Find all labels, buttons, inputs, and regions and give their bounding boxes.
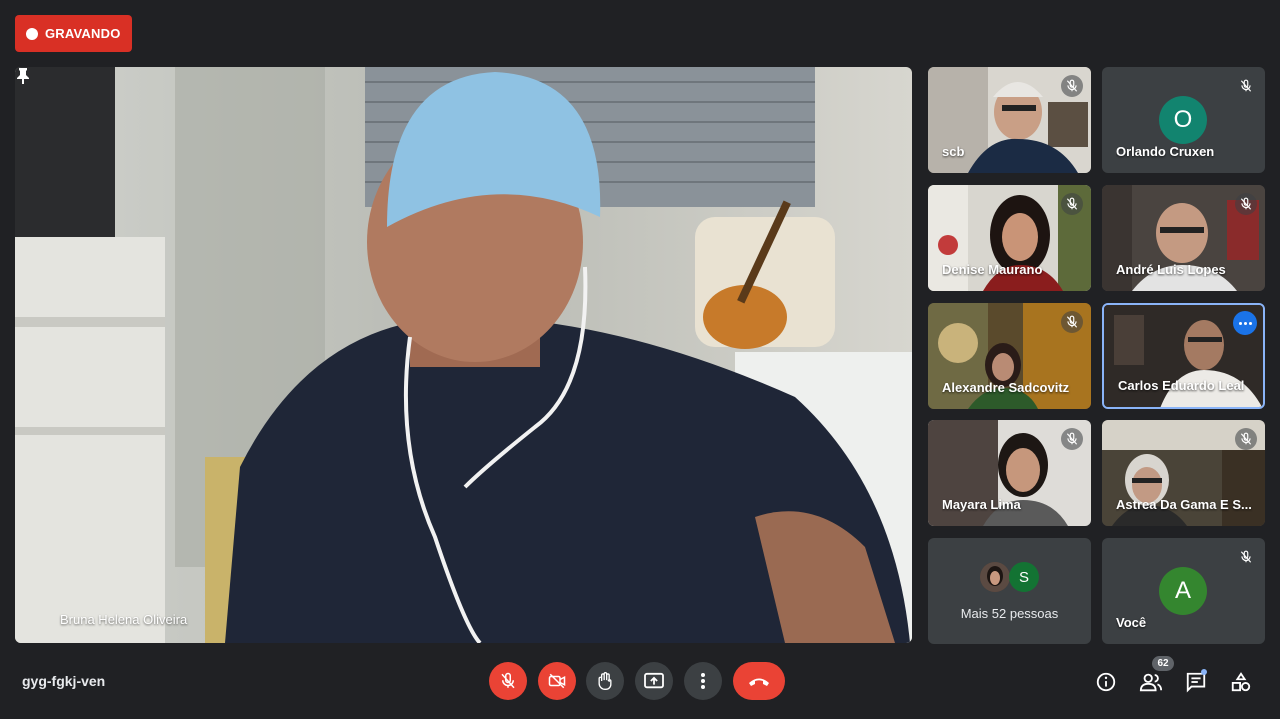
participant-mini-avatar — [980, 562, 1010, 592]
main-video-feed — [15, 67, 912, 643]
participant-tile-active[interactable]: Carlos Eduardo Leal — [1102, 303, 1265, 409]
participant-mini-avatar: S — [1009, 562, 1039, 592]
mic-muted-icon — [1061, 75, 1083, 97]
pinned-participant-name: Bruna Helena Oliveira — [60, 612, 188, 627]
record-dot-icon — [26, 27, 38, 40]
participant-name: Astrea Da Gama E S... — [1116, 497, 1252, 512]
activities-button[interactable] — [1229, 670, 1253, 694]
self-tile[interactable]: A Você — [1102, 538, 1265, 644]
mic-muted-icon — [1061, 428, 1083, 450]
main-video-stage[interactable]: Bruna Helena Oliveira — [15, 67, 912, 643]
participant-tile[interactable]: Denise Maurano — [928, 185, 1091, 291]
chat-notification-dot — [1201, 669, 1207, 675]
more-participants-label: Mais 52 pessoas — [960, 606, 1059, 621]
self-avatar: A — [1159, 567, 1207, 615]
meeting-code: gyg-fgkj-ven — [22, 673, 106, 689]
participants-count-badge: 62 — [1152, 656, 1174, 671]
camera-off-icon — [548, 673, 566, 689]
mic-muted-icon — [1235, 428, 1257, 450]
meeting-details-button[interactable] — [1094, 670, 1118, 694]
camera-toggle-button[interactable] — [538, 662, 576, 700]
participant-name: Alexandre Sadcovitz — [942, 380, 1070, 395]
participant-name: André Luis Lopes — [1116, 262, 1226, 277]
present-screen-button[interactable] — [635, 662, 673, 700]
mic-off-icon — [501, 672, 515, 689]
recording-label: GRAVANDO — [45, 26, 121, 41]
participant-name: Orlando Cruxen — [1116, 144, 1215, 159]
recording-badge: GRAVANDO — [15, 15, 132, 52]
participant-name: scb — [942, 144, 965, 159]
participant-tile[interactable]: André Luis Lopes — [1102, 185, 1265, 291]
mic-muted-icon — [1061, 311, 1083, 333]
pin-icon[interactable] — [15, 67, 31, 85]
participant-tile[interactable]: Mayara Lima — [928, 420, 1091, 526]
more-options-icon[interactable] — [1233, 311, 1257, 335]
mic-muted-icon — [1235, 75, 1257, 97]
end-call-button[interactable] — [733, 662, 785, 700]
participants-button[interactable] — [1139, 670, 1163, 694]
participant-tile[interactable]: scb — [928, 67, 1091, 173]
mic-muted-icon — [1061, 193, 1083, 215]
participant-name: Mayara Lima — [942, 497, 1021, 512]
mic-muted-icon — [1235, 546, 1257, 568]
raise-hand-button[interactable] — [586, 662, 624, 700]
participant-avatar: O — [1159, 96, 1207, 144]
participant-tile[interactable]: O Orlando Cruxen — [1102, 67, 1265, 173]
participant-name: Carlos Eduardo Leal — [1118, 378, 1245, 393]
present-screen-icon — [644, 672, 664, 689]
more-options-icon — [701, 673, 705, 689]
end-call-icon — [749, 678, 769, 686]
more-options-button[interactable] — [684, 662, 722, 700]
raise-hand-icon — [598, 672, 612, 690]
info-icon — [1096, 672, 1116, 692]
participant-name: Denise Maurano — [942, 262, 1043, 277]
participant-tile[interactable]: Astrea Da Gama E S... — [1102, 420, 1265, 526]
more-participants-tile[interactable]: S Mais 52 pessoas — [928, 538, 1091, 644]
activities-icon — [1231, 672, 1251, 692]
people-icon — [1139, 673, 1163, 692]
mic-muted-icon — [1235, 193, 1257, 215]
participant-tile[interactable]: Alexandre Sadcovitz — [928, 303, 1091, 409]
self-name: Você — [1116, 615, 1147, 630]
mic-toggle-button[interactable] — [489, 662, 527, 700]
